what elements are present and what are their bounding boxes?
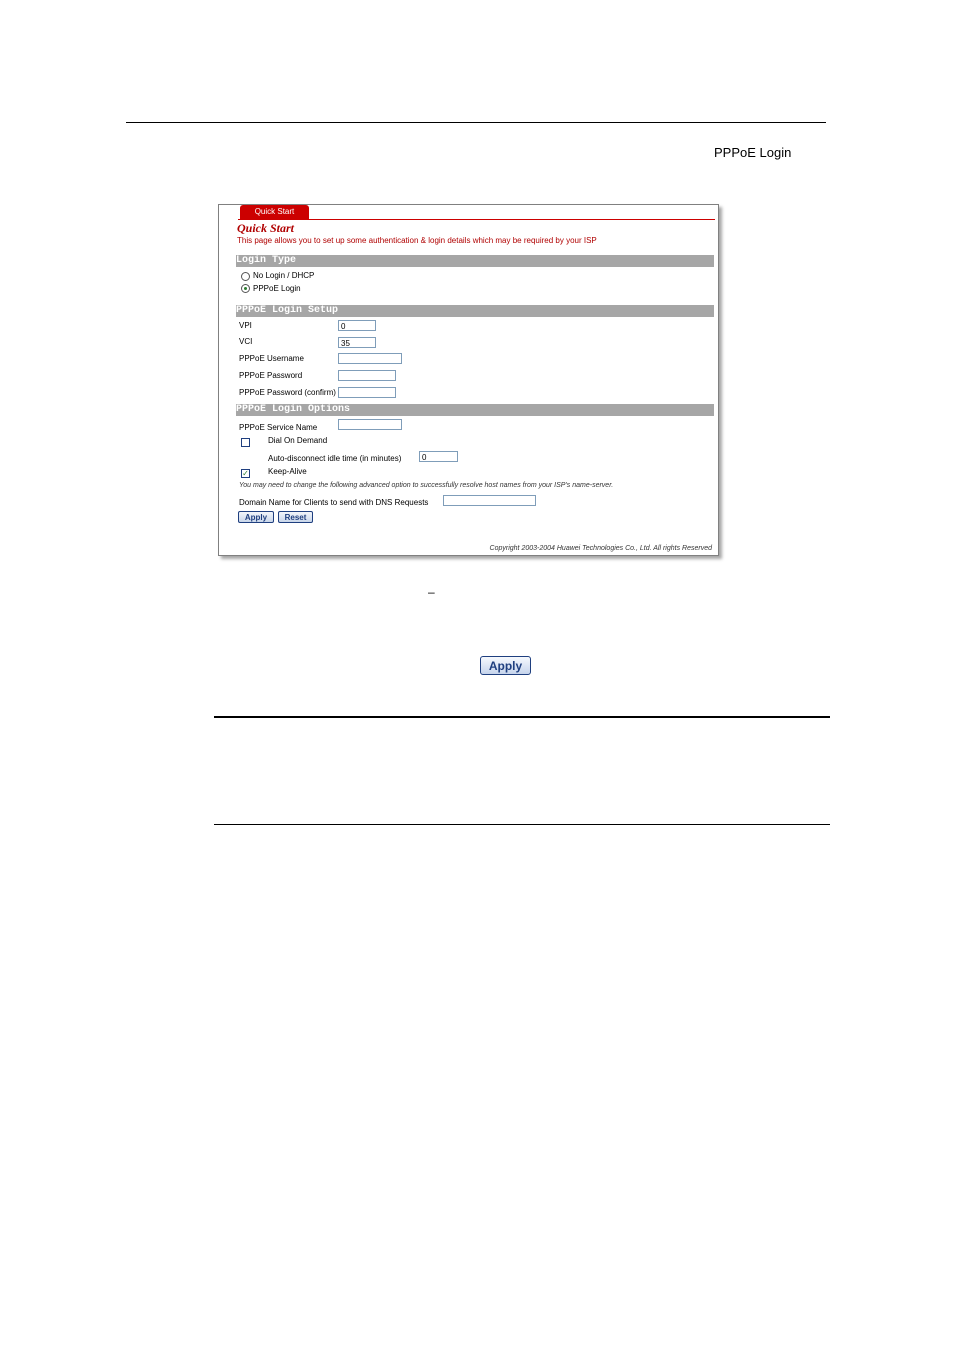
quick-start-screenshot: Quick Start Quick Start This page allows… bbox=[218, 204, 719, 556]
username-label: PPPoE Username bbox=[239, 354, 304, 363]
keep-alive-label: Keep-Alive bbox=[268, 467, 307, 476]
dash-glyph: – bbox=[428, 585, 435, 599]
tab-quick-start[interactable]: Quick Start bbox=[240, 205, 309, 219]
section-pppoe-setup: PPPoE Login Setup bbox=[236, 305, 714, 317]
vci-input[interactable]: 35 bbox=[338, 337, 376, 348]
radio-pppoe-login-label: PPPoE Login bbox=[253, 284, 301, 293]
password-label: PPPoE Password bbox=[239, 371, 303, 380]
reset-button[interactable]: Reset bbox=[278, 511, 313, 523]
dns-note: You may need to change the following adv… bbox=[239, 482, 614, 489]
dial-on-demand-checkbox[interactable] bbox=[241, 438, 250, 447]
tab-underline bbox=[238, 219, 715, 220]
vpi-input[interactable]: 0 bbox=[338, 320, 376, 331]
apply-button-illustration[interactable]: Apply bbox=[480, 656, 531, 675]
idle-time-input[interactable]: 0 bbox=[419, 451, 458, 462]
header-rule bbox=[126, 122, 826, 123]
service-name-label: PPPoE Service Name bbox=[239, 423, 318, 432]
section-pppoe-options: PPPoE Login Options bbox=[236, 404, 714, 416]
password-confirm-label: PPPoE Password (confirm) bbox=[239, 388, 336, 397]
domain-name-label: Domain Name for Clients to send with DNS… bbox=[239, 498, 429, 507]
password-confirm-input[interactable] bbox=[338, 387, 396, 398]
dial-on-demand-label: Dial On Demand bbox=[268, 436, 328, 445]
idle-time-label: Auto-disconnect idle time (in minutes) bbox=[268, 454, 402, 463]
domain-name-input[interactable] bbox=[443, 495, 536, 506]
vpi-label: VPI bbox=[239, 321, 252, 330]
copyright-notice: Copyright 2003-2004 Huawei Technologies … bbox=[489, 545, 712, 552]
page-title: Quick Start bbox=[237, 221, 295, 235]
section-login-type: Login Type bbox=[236, 255, 714, 267]
keep-alive-checkbox[interactable]: ✓ bbox=[241, 469, 250, 478]
radio-pppoe-login[interactable] bbox=[241, 284, 250, 293]
page-description: This page allows you to set up some auth… bbox=[237, 236, 597, 245]
service-name-input[interactable] bbox=[338, 419, 402, 430]
password-input[interactable] bbox=[338, 370, 396, 381]
radio-no-login[interactable] bbox=[241, 272, 250, 281]
radio-no-login-label: No Login / DHCP bbox=[253, 271, 315, 280]
note-top-rule bbox=[214, 716, 830, 718]
note-bottom-rule bbox=[214, 824, 830, 825]
username-input[interactable] bbox=[338, 353, 402, 364]
inline-option-reference: PPPoE Login bbox=[714, 145, 792, 160]
apply-button[interactable]: Apply bbox=[238, 511, 274, 523]
vci-label: VCI bbox=[239, 337, 253, 346]
